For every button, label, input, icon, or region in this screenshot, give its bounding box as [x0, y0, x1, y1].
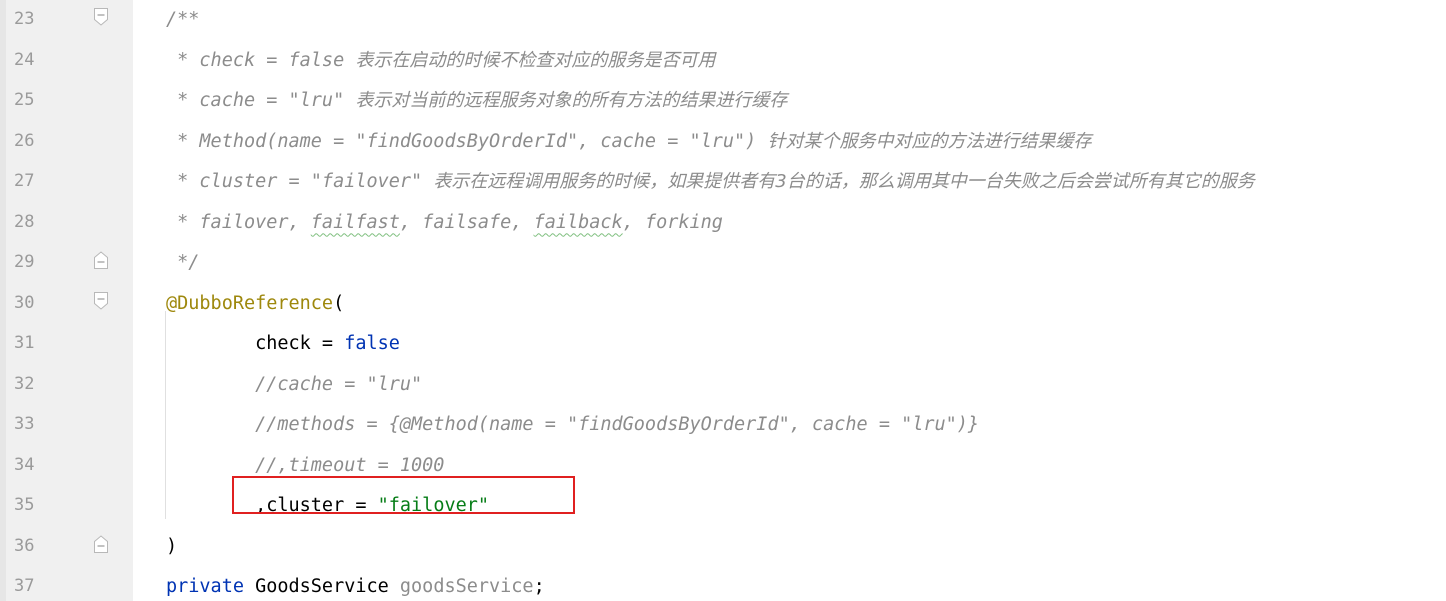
code-line[interactable]: 36): [0, 530, 1446, 571]
code-line[interactable]: 24 * check = false 表示在启动的时候不检查对应的服务是否可用: [0, 44, 1446, 85]
line-number: 23: [14, 9, 35, 29]
line-number: 26: [14, 130, 35, 151]
line-number: 30: [14, 292, 35, 313]
line-number: 37: [14, 576, 35, 596]
code-token: check =: [166, 333, 345, 354]
code-token: 表示在启动的时候不检查对应的服务是否可用: [355, 49, 716, 71]
code-text: * cache = "lru" 表示对当前的远程服务对象的所有方法的结果进行缓存: [166, 90, 788, 111]
code-editor[interactable]: 23 /** 24 * check = false 表示在启动的时候不检查对应的服务…: [0, 0, 1446, 601]
code-token: //cache = "lru": [166, 373, 423, 395]
code-line[interactable]: 32 //cache = "lru": [0, 368, 1446, 409]
code-token: 针对某个服务中对应的方法进行结果缓存: [767, 130, 1092, 152]
code-text: private GoodsService goodsService;: [166, 576, 545, 597]
line-number: 27: [14, 171, 35, 191]
code-token: /**: [166, 9, 200, 30]
code-line[interactable]: 37 private GoodsService goodsService;: [0, 570, 1446, 601]
code-text: check = false: [166, 333, 400, 354]
code-token: @DubboReference: [166, 292, 334, 314]
code-token: * Method(name = "findGoodsByOrderId", ca…: [166, 130, 768, 152]
code-text: //,timeout = 1000: [166, 454, 445, 476]
code-text: //cache = "lru": [166, 373, 423, 395]
code-token: (: [333, 292, 345, 314]
code-token: failback: [533, 211, 623, 233]
code-token: , failsafe,: [399, 211, 534, 233]
code-line[interactable]: 31 check = false: [0, 327, 1446, 368]
fold-open-icon[interactable]: [93, 291, 109, 311]
code-token: //,timeout = 1000: [166, 454, 445, 476]
code-text: * failover, failfast, failsafe, failback…: [166, 211, 723, 233]
code-text: /**: [166, 9, 200, 30]
code-token: failfast: [310, 211, 400, 233]
code-text: //methods = {@Method(name = "findGoodsBy…: [166, 414, 980, 435]
line-number: 32: [14, 373, 35, 394]
code-token: //methods = {@Method(name = "findGoodsBy…: [166, 414, 980, 435]
code-text: * cluster = "failover" 表示在远程调用服务的时候，如果提供…: [166, 171, 1255, 192]
code-token: private: [166, 576, 256, 597]
code-line[interactable]: 29 */: [0, 246, 1446, 287]
line-number: 34: [14, 454, 35, 475]
code-text: * check = false 表示在启动的时候不检查对应的服务是否可用: [166, 49, 716, 71]
code-token: ): [166, 535, 178, 557]
code-token: goodsService: [399, 576, 534, 597]
code-line[interactable]: 33 //methods = {@Method(name = "findGood…: [0, 408, 1446, 449]
code-token: 表示在远程调用服务的时候，如果提供者有3台的话，那么调用其中一台失败之后会尝试所…: [433, 171, 1255, 192]
line-number: 28: [14, 211, 35, 232]
code-token: * cluster = "failover": [166, 171, 434, 192]
code-token: , forking: [622, 211, 723, 233]
code-token: 表示对当前的远程服务对象的所有方法的结果进行缓存: [355, 90, 788, 111]
code-text: */: [166, 252, 200, 273]
fold-end-icon[interactable]: [93, 250, 109, 270]
line-number: 25: [14, 90, 35, 110]
highlight-box: [232, 476, 575, 514]
code-line[interactable]: 28 * failover, failfast, failsafe, failb…: [0, 206, 1446, 247]
line-number: 29: [14, 252, 35, 272]
code-token: * failover,: [166, 211, 311, 233]
code-token: false: [344, 333, 400, 354]
line-number: 35: [14, 495, 35, 515]
code-line[interactable]: 35 ,cluster = "failover": [0, 489, 1446, 530]
code-line[interactable]: 25 * cache = "lru" 表示对当前的远程服务对象的所有方法的结果进…: [0, 84, 1446, 125]
code-token: * cache = "lru": [166, 90, 356, 111]
code-text: ): [166, 535, 178, 557]
fold-open-icon[interactable]: [93, 7, 109, 27]
code-line[interactable]: 26 * Method(name = "findGoodsByOrderId",…: [0, 125, 1446, 166]
code-line[interactable]: 34 //,timeout = 1000: [0, 449, 1446, 490]
code-line[interactable]: 23 /**: [0, 3, 1446, 44]
fold-end-icon[interactable]: [93, 534, 109, 554]
code-token: GoodsService: [255, 576, 400, 597]
code-text: * Method(name = "findGoodsByOrderId", ca…: [166, 130, 1092, 152]
code-token: */: [166, 252, 200, 273]
line-number: 24: [14, 49, 35, 70]
code-line[interactable]: 27 * cluster = "failover" 表示在远程调用服务的时候，如…: [0, 165, 1446, 206]
line-number: 33: [14, 414, 35, 434]
line-number: 31: [14, 333, 35, 353]
code-token: * check = false: [166, 49, 356, 71]
code-token: ;: [533, 576, 545, 597]
code-line[interactable]: 30 @DubboReference(: [0, 287, 1446, 328]
line-number: 36: [14, 535, 35, 556]
code-text: @DubboReference(: [166, 292, 345, 314]
